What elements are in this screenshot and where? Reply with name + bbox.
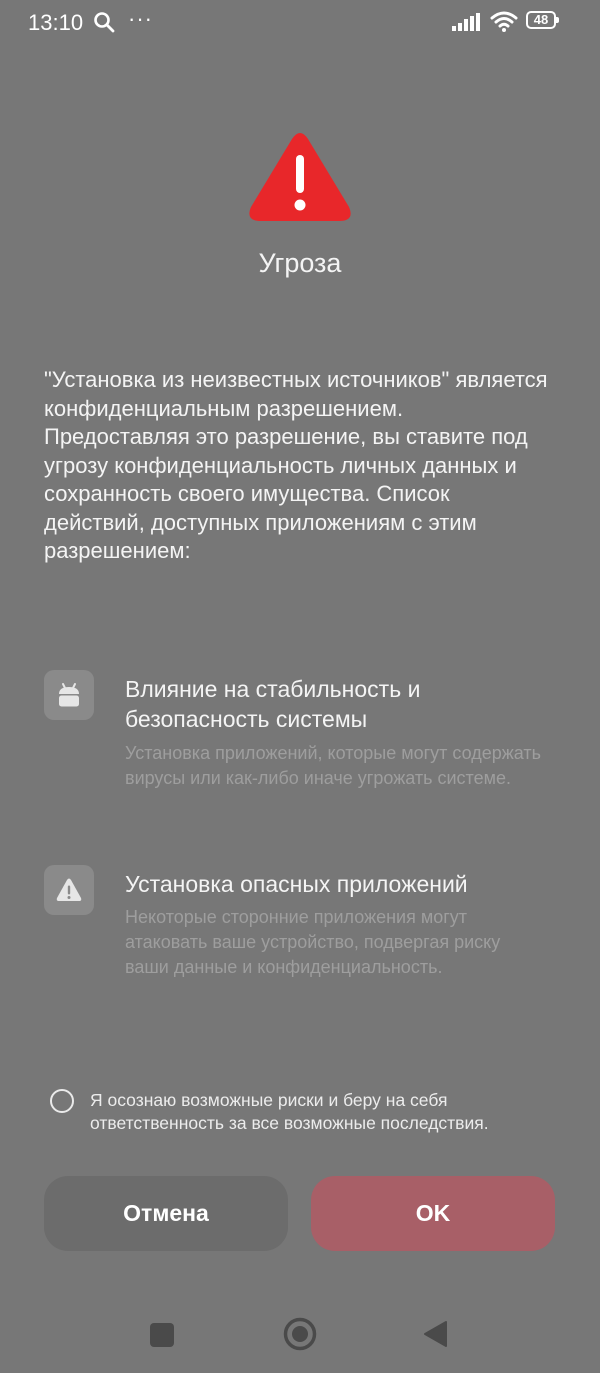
battery-icon: 48 xyxy=(526,11,559,29)
dialog-description: "Установка из неизвестных источников" яв… xyxy=(44,367,548,563)
cancel-button[interactable]: Отмена xyxy=(44,1176,288,1251)
wifi-icon xyxy=(490,10,518,37)
consent-radio[interactable] xyxy=(50,1089,74,1113)
home-icon[interactable] xyxy=(283,1317,317,1351)
status-time: 13:10 xyxy=(28,10,84,35)
consent-text[interactable]: Я осознаю возможные риски и беру на себя… xyxy=(90,1089,510,1135)
dialog-title: Угроза xyxy=(258,248,342,278)
recents-icon[interactable] xyxy=(150,1323,174,1347)
warning-triangle-icon xyxy=(247,131,353,228)
item-title: Установка опасных приложений xyxy=(125,871,468,897)
item-subtitle: Некоторые сторонние приложения могут ата… xyxy=(125,907,501,977)
back-icon[interactable] xyxy=(422,1320,448,1353)
navigation-bar xyxy=(0,1300,600,1373)
warning-icon xyxy=(44,865,94,915)
item-title: Влияние на стабильность и безопасность с… xyxy=(125,676,421,732)
android-icon xyxy=(44,670,94,720)
search-icon xyxy=(93,11,115,38)
item-subtitle: Установка приложений, которые могут соде… xyxy=(125,743,542,788)
signal-icon xyxy=(452,13,480,36)
status-bar: 13:10 ··· 48 xyxy=(0,0,600,44)
ok-button[interactable]: OK xyxy=(311,1176,555,1251)
more-dots: ··· xyxy=(128,6,153,31)
